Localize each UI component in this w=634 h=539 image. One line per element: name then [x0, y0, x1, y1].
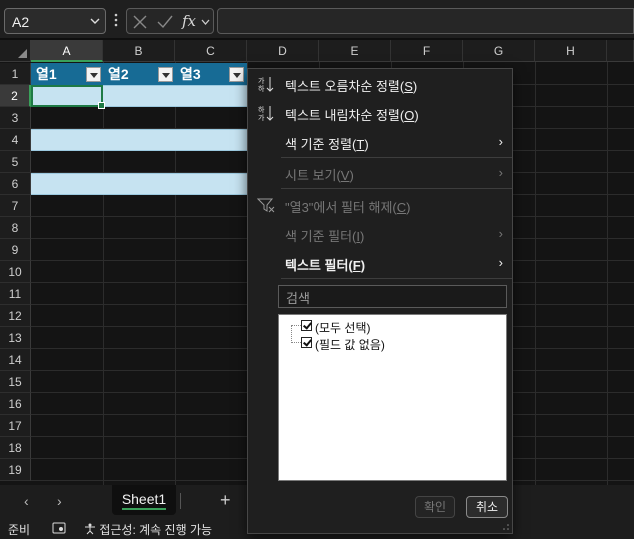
column-header-c[interactable]: C	[175, 40, 247, 62]
table-header-label: 열3	[180, 66, 201, 82]
column-header-h[interactable]: H	[535, 40, 607, 62]
filter-search-input[interactable]: 검색	[278, 285, 507, 308]
row-header-6[interactable]: 6	[0, 173, 31, 195]
submenu-arrow-icon: ›	[498, 226, 503, 241]
table-header-row: 열1 열2 열3	[31, 63, 247, 85]
row-header-13[interactable]: 13	[0, 327, 31, 349]
select-all-corner[interactable]	[0, 40, 31, 62]
resize-grip-icon[interactable]	[502, 523, 510, 531]
scroll-right-icon[interactable]: ›	[57, 493, 62, 509]
accessibility-label: 접근성: 계속 진행 가능	[99, 523, 213, 537]
status-ready: 준비	[8, 523, 31, 537]
cancel-button[interactable]: 취소	[466, 496, 508, 518]
filter-dropdown-button[interactable]	[86, 67, 101, 82]
tab-divider	[180, 493, 181, 509]
checkbox-checked[interactable]	[301, 320, 312, 331]
row-header-12[interactable]: 12	[0, 305, 31, 327]
accessibility-status[interactable]: 접근성: 계속 진행 가능	[84, 521, 212, 538]
submenu-arrow-icon: ›	[498, 255, 503, 270]
table-band-row[interactable]	[31, 129, 247, 151]
filter-dropdown-button[interactable]	[229, 67, 244, 82]
row-header-7[interactable]: 7	[0, 195, 31, 217]
tree-connector	[291, 342, 301, 343]
macro-recording-icon[interactable]	[52, 522, 66, 534]
sort-descending-icon: 하가	[258, 105, 274, 122]
table-band-row[interactable]	[31, 173, 247, 195]
row-header-10[interactable]: 10	[0, 261, 31, 283]
gridline	[535, 62, 536, 485]
svg-text:하: 하	[258, 84, 265, 93]
tree-connector	[291, 325, 301, 326]
formula-actions: fx	[126, 8, 214, 34]
gridline	[103, 62, 104, 485]
menu-item-filter-by-color[interactable]: 색 기준 필터(I) ›	[248, 223, 512, 245]
row-header-3[interactable]: 3	[0, 107, 31, 129]
svg-text:가: 가	[258, 113, 265, 122]
row-header-14[interactable]: 14	[0, 349, 31, 371]
menu-separator	[281, 278, 512, 279]
row-header-8[interactable]: 8	[0, 217, 31, 239]
filter-menu: 가하 텍스트 오름차순 정렬(S) 하가 텍스트 내림차순 정렬(O) 색 기준…	[247, 68, 513, 534]
sheet-tab[interactable]: Sheet1	[112, 485, 176, 515]
ok-button[interactable]: 확인	[415, 496, 455, 518]
column-header-f[interactable]: F	[391, 40, 463, 62]
column-header-i[interactable]	[607, 40, 634, 62]
row-header-15[interactable]: 15	[0, 371, 31, 393]
menu-separator	[281, 188, 512, 189]
sort-ascending-icon: 가하	[258, 76, 274, 93]
checkbox-checked[interactable]	[301, 337, 312, 348]
gridline	[175, 62, 176, 485]
name-box-value: A2	[12, 14, 30, 30]
table-header-label: 열1	[36, 66, 57, 82]
column-header-a[interactable]: A	[31, 40, 103, 62]
menu-item-sheet-view[interactable]: 시트 보기(V) ›	[248, 162, 512, 184]
menu-item-sort-by-color[interactable]: 색 기준 정렬(T) ›	[248, 131, 512, 153]
row-header-2[interactable]: 2	[0, 85, 31, 107]
menu-item-sort-ascending[interactable]: 가하 텍스트 오름차순 정렬(S)	[248, 73, 512, 95]
insert-function-icon[interactable]: fx	[182, 12, 196, 30]
menu-separator	[281, 157, 512, 158]
column-header-e[interactable]: E	[319, 40, 391, 62]
svg-text:가: 가	[258, 76, 265, 85]
row-header-9[interactable]: 9	[0, 239, 31, 261]
svg-text:하: 하	[258, 105, 265, 114]
formula-bar: A2 fx	[0, 0, 634, 38]
filter-values-list[interactable]: (모두 선택) (필드 값 없음)	[278, 314, 507, 481]
column-header-g[interactable]: G	[463, 40, 535, 62]
active-cell-a2[interactable]	[31, 85, 105, 109]
menu-item-clear-filter[interactable]: "열3"에서 필터 해제(C)	[248, 194, 512, 216]
add-sheet-icon[interactable]: +	[220, 490, 231, 511]
menu-item-text-filter[interactable]: 텍스트 필터(F) ›	[248, 252, 512, 274]
row-header-1[interactable]: 1	[0, 63, 31, 85]
scroll-left-icon[interactable]: ‹	[24, 493, 29, 509]
chevron-down-icon	[90, 18, 100, 24]
menu-item-sort-descending[interactable]: 하가 텍스트 내림차순 정렬(O)	[248, 102, 512, 124]
tree-connector	[291, 325, 292, 343]
accessibility-icon	[85, 523, 95, 535]
row-header-16[interactable]: 16	[0, 393, 31, 415]
submenu-arrow-icon: ›	[498, 134, 503, 149]
name-box[interactable]: A2	[4, 8, 106, 34]
more-options-icon[interactable]	[112, 12, 120, 28]
row-header-4[interactable]: 4	[0, 129, 31, 151]
clear-filter-icon	[257, 198, 275, 213]
submenu-arrow-icon: ›	[498, 165, 503, 180]
cancel-icon[interactable]	[132, 15, 148, 29]
column-header-d[interactable]: D	[247, 40, 319, 62]
filter-dropdown-button[interactable]	[158, 67, 173, 82]
row-header-11[interactable]: 11	[0, 283, 31, 305]
row-header-5[interactable]: 5	[0, 151, 31, 173]
check-icon[interactable]	[157, 15, 173, 29]
gridline	[607, 62, 608, 485]
formula-input[interactable]	[217, 8, 634, 34]
row-header-19[interactable]: 19	[0, 459, 31, 481]
column-header-b[interactable]: B	[103, 40, 175, 62]
row-header-17[interactable]: 17	[0, 415, 31, 437]
table-header-label: 열2	[108, 66, 129, 82]
row-header-18[interactable]: 18	[0, 437, 31, 459]
chevron-down-icon[interactable]	[201, 19, 210, 25]
